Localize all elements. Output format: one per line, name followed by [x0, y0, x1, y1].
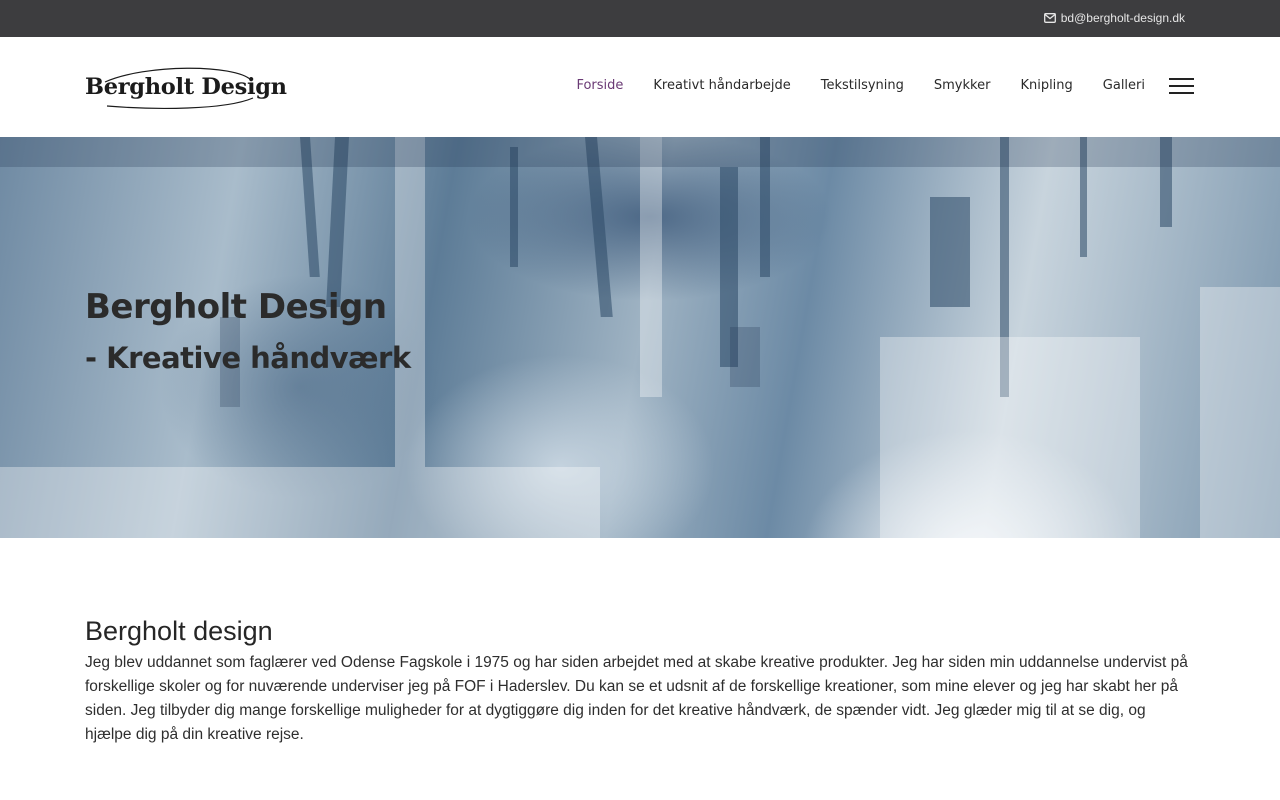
- nav-item-galleri[interactable]: Galleri: [1103, 78, 1145, 93]
- envelope-icon: [1043, 13, 1056, 23]
- hero-subtitle: - Kreative håndværk: [85, 341, 411, 375]
- intro-body: Jeg blev uddannet som faglærer ved Odens…: [85, 654, 1188, 743]
- top-bar: bd@bergholt-design.dk: [0, 0, 1280, 37]
- nav-item-knipling[interactable]: Knipling: [1020, 78, 1072, 93]
- main-nav: Forside Kreativt håndarbejde Tekstilsyni…: [576, 78, 1145, 93]
- hero-heading-group: Bergholt Design - Kreative håndværk: [85, 287, 411, 375]
- nav-item-smykker[interactable]: Smykker: [934, 78, 991, 93]
- nav-item-kreativt-handarbejde[interactable]: Kreativt håndarbejde: [653, 78, 790, 93]
- email-text: bd@bergholt-design.dk: [1060, 11, 1185, 25]
- site-logo[interactable]: Bergholt Design: [85, 66, 287, 110]
- nav-item-tekstilsyning[interactable]: Tekstilsyning: [821, 78, 904, 93]
- site-header: Bergholt Design Forside Kreativt håndarb…: [0, 37, 1280, 137]
- intro-heading: Bergholt design: [85, 616, 273, 646]
- logo-text: Bergholt Design: [85, 74, 287, 100]
- hero-title: Bergholt Design: [85, 287, 387, 327]
- hamburger-menu-icon[interactable]: [1169, 78, 1195, 96]
- hero-banner: Bergholt Design - Kreative håndværk: [0, 137, 1280, 538]
- nav-item-forside[interactable]: Forside: [576, 78, 623, 93]
- email-link[interactable]: bd@bergholt-design.dk: [1043, 11, 1185, 25]
- intro-section: Bergholt design Jeg blev uddannet som fa…: [0, 538, 1280, 747]
